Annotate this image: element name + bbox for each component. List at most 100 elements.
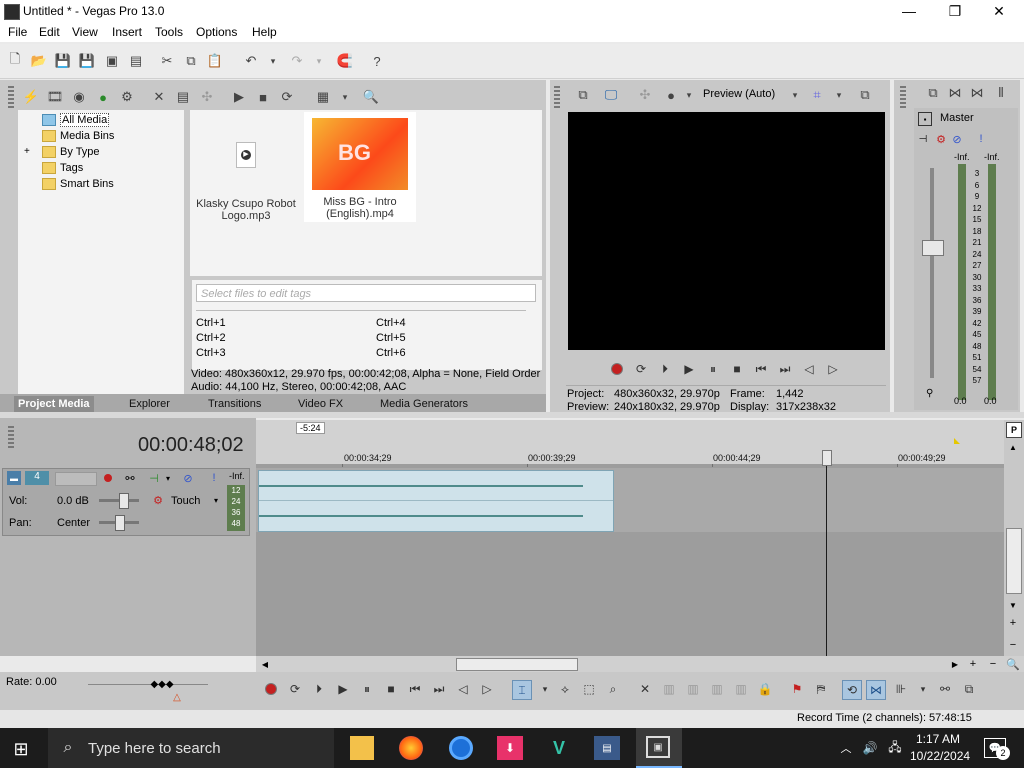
close-button[interactable]: ✕: [976, 0, 1022, 22]
split-icon[interactable]: ▥: [732, 680, 750, 698]
previous-frame-icon[interactable]: ◁: [454, 680, 472, 698]
taskbar-time[interactable]: 1:17 AM: [916, 732, 960, 746]
stop-icon[interactable]: ■: [382, 680, 400, 698]
loop-playback-icon[interactable]: ⟳: [632, 360, 650, 378]
overlays-icon[interactable]: ⌗: [808, 86, 826, 104]
go-to-start-icon[interactable]: ⏮: [752, 360, 770, 378]
insert-marker-icon[interactable]: ⚑: [788, 680, 806, 698]
zoom-in-horizontal-icon[interactable]: +: [966, 657, 980, 671]
media-properties-icon[interactable]: ▤: [174, 88, 192, 106]
selection-tool-icon[interactable]: ⬚: [580, 680, 598, 698]
maximize-button[interactable]: ❐: [932, 0, 978, 22]
previous-frame-icon[interactable]: ◁: [800, 360, 818, 378]
redo-icon[interactable]: ↷: [288, 52, 306, 70]
render-icon[interactable]: ▣: [103, 52, 121, 70]
scroll-right-icon[interactable]: ▶: [948, 657, 962, 671]
bypass-icon[interactable]: ⊣: [916, 132, 930, 146]
automation-settings-icon[interactable]: ⚙: [151, 493, 165, 507]
lock-icon[interactable]: 🔒: [756, 680, 774, 698]
import-media-icon[interactable]: ⚡: [22, 88, 40, 106]
panel-grip[interactable]: [900, 86, 906, 108]
extract-audio-icon[interactable]: ◉: [70, 88, 88, 106]
mute-icon[interactable]: ⊘: [950, 132, 964, 146]
expand-by-type-icon[interactable]: +: [24, 144, 30, 160]
menu-edit[interactable]: Edit: [39, 25, 60, 39]
paste-icon[interactable]: 📋: [206, 52, 224, 70]
edit-tool-dropdown-icon[interactable]: ▾: [536, 680, 554, 698]
undo-dropdown-icon[interactable]: ▾: [264, 52, 282, 70]
views-dropdown-icon[interactable]: ▾: [336, 88, 354, 106]
tab-transitions[interactable]: Transitions: [208, 396, 261, 412]
properties-icon[interactable]: ▤: [127, 52, 145, 70]
tag-shortcut[interactable]: Ctrl+4: [376, 317, 406, 329]
record-icon[interactable]: [608, 360, 626, 378]
cut-icon[interactable]: ✂: [158, 52, 176, 70]
media-file-video[interactable]: BG Miss BG - Intro (English).mp4: [304, 112, 416, 222]
new-project-icon[interactable]: 🗋: [6, 51, 24, 70]
delete-icon[interactable]: ✕: [636, 680, 654, 698]
stop-icon[interactable]: ■: [728, 360, 746, 378]
go-to-start-icon[interactable]: ⏮: [406, 680, 424, 698]
zoom-out-horizontal-icon[interactable]: −: [986, 657, 1000, 671]
automation-mode-dropdown-icon[interactable]: ▾: [211, 493, 221, 507]
panel-grip[interactable]: [8, 86, 14, 108]
vol-slider-handle[interactable]: [119, 493, 129, 509]
network-icon[interactable]: 🖧: [886, 740, 904, 756]
auto-crossfade-icon[interactable]: ⋈: [866, 680, 886, 700]
copy-icon[interactable]: ⧉: [182, 52, 200, 70]
insert-region-icon[interactable]: ⛿: [812, 680, 830, 698]
preview-fx-dropdown-icon[interactable]: ▾: [680, 86, 698, 104]
play-from-start-icon[interactable]: ⏵: [310, 680, 328, 698]
copy-snapshot-icon[interactable]: ⧉: [856, 86, 874, 104]
capture-video-icon[interactable]: 🎞: [46, 88, 64, 106]
scroll-up-icon[interactable]: ▲: [1006, 440, 1020, 454]
snap-dropdown-icon[interactable]: ▾: [914, 680, 932, 698]
fader-lock-icon[interactable]: ⚲: [926, 388, 933, 399]
tab-project-media[interactable]: Project Media: [14, 396, 94, 412]
loop-playback-icon[interactable]: ⟳: [286, 680, 304, 698]
preview-quality-chevron-icon[interactable]: ▾: [786, 86, 804, 104]
next-frame-icon[interactable]: ▷: [478, 680, 496, 698]
tree-item-by-type[interactable]: By Type: [42, 144, 100, 160]
track-name-field[interactable]: [55, 472, 97, 486]
format-factory-icon[interactable]: ▤: [594, 736, 620, 760]
panel-grip[interactable]: [554, 86, 560, 108]
tag-shortcut[interactable]: Ctrl+5: [376, 332, 406, 344]
ignore-grouping-icon[interactable]: ⚯: [936, 680, 954, 698]
track-solo-icon[interactable]: !: [207, 471, 221, 485]
dim-output-icon[interactable]: ⋈: [968, 84, 986, 102]
tab-media-generators[interactable]: Media Generators: [380, 396, 468, 412]
tags-input[interactable]: Select files to edit tags: [196, 284, 536, 302]
tag-shortcut[interactable]: Ctrl+2: [196, 332, 226, 344]
trim-end-icon[interactable]: ▥: [708, 680, 726, 698]
zoom-out-vertical-icon[interactable]: −: [1006, 638, 1020, 652]
audio-event[interactable]: [258, 470, 614, 532]
play-icon[interactable]: ▶: [334, 680, 352, 698]
vegas-pro-taskbar-button[interactable]: ▣: [636, 728, 682, 768]
play-icon[interactable]: ▶: [680, 360, 698, 378]
tag-shortcut[interactable]: Ctrl+6: [376, 347, 406, 359]
taskbar-search-box[interactable]: ⌕ Type here to search: [48, 728, 334, 768]
chrome-icon[interactable]: [449, 736, 473, 760]
firefox-icon[interactable]: [399, 736, 423, 760]
normal-edit-tool-icon[interactable]: ⌶: [512, 680, 532, 700]
automation-mode[interactable]: Touch: [171, 495, 200, 507]
play-from-start-icon[interactable]: ⏵: [656, 360, 674, 378]
zoom-edit-tool-icon[interactable]: ⌕: [604, 680, 622, 698]
menu-file[interactable]: File: [8, 25, 27, 39]
zoom-in-vertical-icon[interactable]: +: [1006, 616, 1020, 630]
mixer-properties-icon[interactable]: ⧉: [924, 84, 942, 102]
audio-track-header[interactable]: ▬ 4 ⚯ ⊣ ▾ ⊘ ! -Inf. Vol: 0.0 dB ⚙ Touch …: [2, 468, 250, 536]
stop-media-icon[interactable]: ■: [254, 88, 272, 106]
play-media-icon[interactable]: ▶: [230, 88, 248, 106]
vegas-alt-app-icon[interactable]: V: [546, 736, 572, 760]
master-fader-handle[interactable]: [922, 240, 944, 256]
lock-envelopes-icon[interactable]: ⧉: [960, 680, 978, 698]
tab-explorer[interactable]: Explorer: [129, 396, 170, 412]
envelope-tool-icon[interactable]: ⟡: [556, 680, 574, 698]
whats-this-help-icon[interactable]: ?: [368, 52, 386, 70]
arm-record-icon[interactable]: [101, 471, 115, 485]
menu-help[interactable]: Help: [252, 25, 277, 39]
pause-icon[interactable]: ⏸: [704, 360, 722, 378]
track-expand-icon[interactable]: ▬: [7, 471, 21, 485]
